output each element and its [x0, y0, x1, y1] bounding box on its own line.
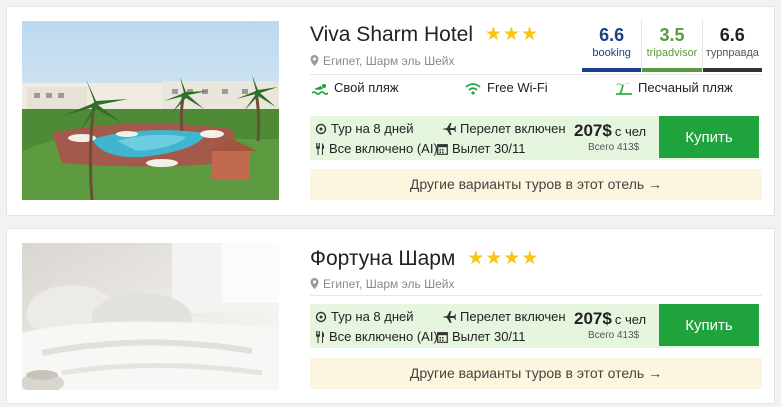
swimmer-icon	[311, 84, 329, 95]
tour-offer: Тур на 8 дней Перелет включен Все включе…	[310, 304, 759, 348]
other-tours-link[interactable]: Другие варианты туров в этот отель →	[310, 169, 762, 200]
tour-meals: Все включено (AI)	[315, 329, 438, 344]
star-rating-icon: ★★★	[484, 24, 539, 45]
price-value: 207$	[574, 309, 612, 328]
amenity-sand-beach: Песчаный пляж	[616, 80, 733, 95]
hotel-name[interactable]: Viva Sharm Hotel ★★★	[310, 23, 539, 47]
hotel-name-text[interactable]: Viva Sharm Hotel	[310, 23, 473, 46]
wifi-icon	[465, 83, 481, 95]
amenities-row: Свой пляж Free Wi-Fi Песчаный пляж	[310, 80, 762, 100]
plane-icon	[442, 123, 456, 135]
duration-text: Тур на 8 дней	[331, 309, 414, 324]
meals-text: Все включено (AI)	[329, 141, 438, 156]
price-total: Всего 413$	[588, 330, 640, 341]
clock-gear-icon	[315, 123, 327, 135]
tour-flight: Перелет включен	[442, 309, 566, 324]
hotel-card-viva-sharm: Viva Sharm Hotel ★★★ Египет, Шарм эль Ше…	[6, 6, 775, 216]
amenity-label: Песчаный пляж	[638, 80, 733, 95]
location-text: Египет, Шарм эль Шейх	[323, 54, 455, 68]
rating-bar	[702, 68, 762, 72]
buy-button[interactable]: Купить	[659, 116, 759, 158]
price: 207$ с чел	[574, 121, 646, 141]
rating-score: 3.5	[659, 25, 685, 45]
price-total: Всего 413$	[588, 142, 640, 153]
rating-score: 6.6	[719, 25, 745, 45]
rating-booking[interactable]: 6.6 booking	[582, 19, 643, 72]
price: 207$ с чел	[574, 309, 646, 329]
amenity-label: Free Wi-Fi	[487, 80, 548, 95]
tour-duration: Тур на 8 дней	[315, 309, 414, 324]
location-text: Египет, Шарм эль Шейх	[323, 277, 455, 291]
ratings-panel: 6.6 booking 3.5 tripadvisor 6.6 турправд…	[582, 19, 762, 72]
hotel-photo-viva-sharm[interactable]	[22, 21, 279, 200]
tour-departure: Вылет 30/11	[437, 329, 526, 344]
rating-source: турправда	[705, 47, 759, 59]
location-pin-icon	[310, 55, 319, 66]
calendar-icon	[437, 144, 448, 155]
tour-departure: Вылет 30/11	[437, 141, 526, 156]
hotel-photo-fortuna-sharm[interactable]	[22, 243, 279, 390]
hotel-card-fortuna-sharm: Фортуна Шарм ★★★★ Египет, Шарм эль Шейх …	[6, 228, 775, 404]
amenity-label: Свой пляж	[334, 80, 399, 95]
price-unit: с чел	[614, 312, 647, 327]
amenity-wifi: Free Wi-Fi	[465, 80, 548, 95]
hotel-location: Египет, Шарм эль Шейх	[310, 277, 454, 291]
divider	[310, 74, 762, 75]
price-value: 207$	[574, 121, 612, 140]
tour-offer: Тур на 8 дней Перелет включен Все включе…	[310, 116, 759, 160]
rating-turpravda[interactable]: 6.6 турправда	[702, 19, 762, 72]
amenity-own-beach: Свой пляж	[311, 80, 399, 95]
departure-text: Вылет 30/11	[452, 141, 526, 156]
hotel-location: Египет, Шарм эль Шейх	[310, 54, 454, 68]
flight-text: Перелет включен	[460, 121, 566, 136]
star-rating-icon: ★★★★	[467, 248, 540, 269]
tour-duration: Тур на 8 дней	[315, 121, 414, 136]
other-tours-link[interactable]: Другие варианты туров в этот отель →	[310, 358, 762, 389]
rating-bar	[642, 68, 702, 72]
meals-text: Все включено (AI)	[329, 329, 438, 344]
fork-knife-icon	[316, 331, 325, 343]
rating-score: 6.6	[599, 25, 625, 45]
rating-bar	[582, 68, 642, 72]
rating-tripadvisor[interactable]: 3.5 tripadvisor	[642, 19, 703, 72]
hotel-name[interactable]: Фортуна Шарм ★★★★	[310, 247, 539, 271]
price-unit: с чел	[614, 124, 647, 139]
departure-text: Вылет 30/11	[452, 329, 526, 344]
buy-button[interactable]: Купить	[659, 304, 759, 346]
flight-text: Перелет включен	[460, 309, 566, 324]
tour-flight: Перелет включен	[442, 121, 566, 136]
calendar-icon	[437, 332, 448, 343]
hotel-name-text[interactable]: Фортуна Шарм	[310, 247, 455, 270]
clock-gear-icon	[315, 311, 327, 323]
tour-meals: Все включено (AI)	[315, 141, 438, 156]
fork-knife-icon	[316, 143, 325, 155]
resort-pool-image	[22, 21, 279, 200]
plane-icon	[442, 311, 456, 323]
rating-source: tripadvisor	[646, 47, 698, 59]
rating-source: booking	[592, 47, 631, 59]
divider	[310, 295, 762, 296]
location-pin-icon	[310, 278, 319, 289]
palm-beach-icon	[616, 83, 632, 95]
duration-text: Тур на 8 дней	[331, 121, 414, 136]
bedroom-image	[22, 243, 279, 390]
